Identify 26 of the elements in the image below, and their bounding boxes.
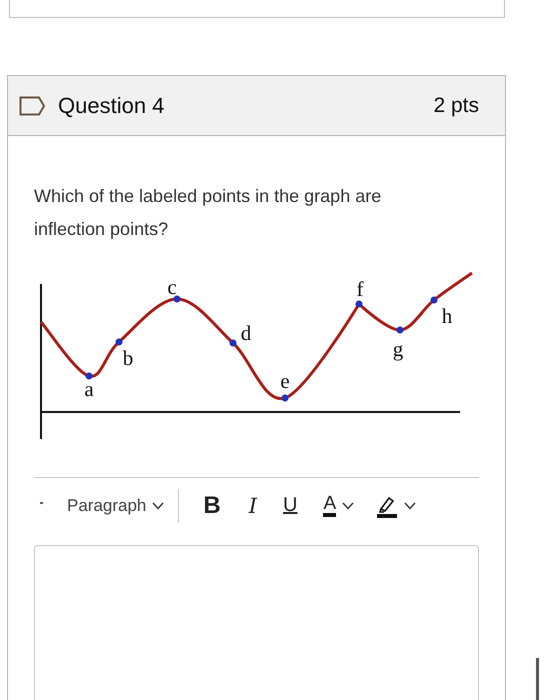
point-label: a — [84, 377, 94, 401]
underline-button[interactable]: U — [279, 488, 302, 522]
scrollbar[interactable] — [536, 658, 539, 700]
curve-point — [86, 372, 92, 380]
point-label: h — [442, 304, 452, 328]
question-title: Question 4 — [58, 92, 166, 118]
points-label: 2 pts — [433, 94, 479, 118]
italic-button[interactable]: I — [244, 488, 262, 522]
question-text: Which of the labeled points in the graph are inflection points? — [34, 185, 382, 241]
point-label: d — [240, 321, 252, 345]
curve-point — [174, 296, 180, 302]
curve-point — [116, 338, 122, 346]
point-label: f — [356, 277, 364, 301]
curve-point — [356, 300, 362, 308]
text-color-button[interactable]: A — [319, 488, 358, 522]
curve-point — [230, 340, 236, 346]
flag-icon[interactable] — [19, 96, 46, 116]
point-label: b — [122, 346, 134, 370]
paragraph-dropdown[interactable]: Paragraph — [63, 488, 180, 522]
curve-point — [396, 326, 404, 334]
point-label: e — [280, 369, 290, 393]
point-label: g — [392, 337, 404, 361]
point-label: c — [167, 275, 177, 299]
curve-point — [430, 296, 438, 304]
bold-button[interactable]: B — [199, 488, 225, 522]
curve-point — [282, 394, 288, 402]
